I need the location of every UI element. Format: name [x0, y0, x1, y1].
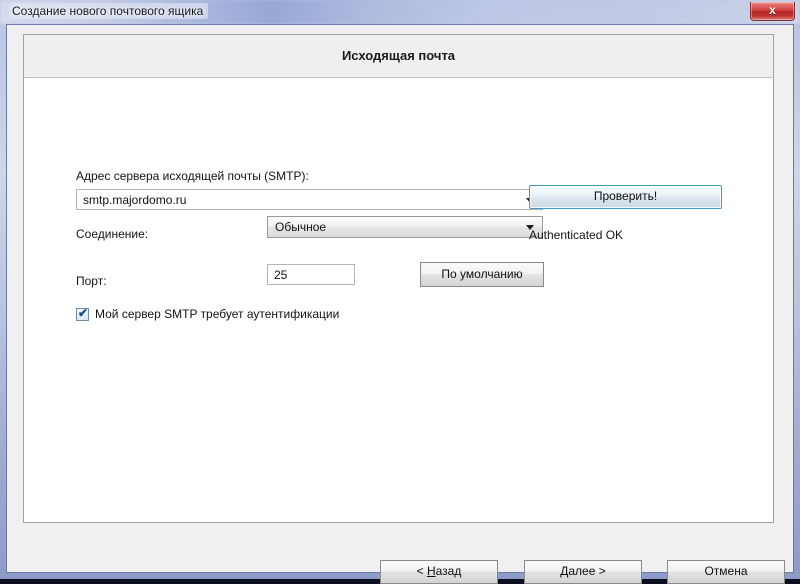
auth-status-text: Authenticated OK [529, 228, 624, 242]
title-bar[interactable]: Создание нового почтового ящика x [0, 0, 800, 24]
form-area: Адрес сервера исходящей почты (SMTP): sm… [24, 78, 773, 522]
port-label: Порт: [76, 274, 107, 288]
smtp-server-label: Адрес сервера исходящей почты (SMTP): [76, 169, 309, 183]
port-input[interactable] [267, 264, 355, 285]
back-button-label: < Назад [416, 564, 462, 578]
back-button[interactable]: < Назад [380, 560, 498, 584]
connection-label: Соединение: [76, 227, 149, 241]
check-connection-button[interactable]: Проверить! [529, 185, 722, 209]
smtp-auth-checkbox[interactable]: ✔ [76, 306, 89, 321]
smtp-server-value: smtp.majordomo.ru [83, 193, 187, 207]
window-title: Создание нового почтового ящика [9, 3, 209, 19]
next-button[interactable]: Далее > [524, 560, 642, 584]
next-button-label: Далее > [560, 564, 606, 578]
wizard-page: Исходящая почта Адрес сервера исходящей … [23, 34, 774, 523]
port-default-button-label: По умолчанию [441, 267, 523, 281]
cancel-button-label: Отмена [704, 564, 748, 578]
dialog-client-area: Исходящая почта Адрес сервера исходящей … [6, 24, 794, 584]
page-title: Исходящая почта [341, 48, 456, 63]
connection-combobox[interactable]: Обычное [267, 216, 543, 238]
close-button[interactable]: x [750, 2, 795, 21]
dialog-window: Создание нового почтового ящика x Исходя… [0, 0, 800, 584]
close-icon: x [769, 3, 776, 17]
port-default-button[interactable]: По умолчанию [420, 262, 544, 287]
checkmark-icon: ✔ [78, 306, 89, 320]
smtp-auth-label: Мой сервер SMTP требует аутентификации [95, 307, 340, 321]
check-connection-button-label: Проверить! [593, 189, 658, 203]
page-header-band: Исходящая почта [24, 35, 773, 78]
cancel-button[interactable]: Отмена [667, 560, 785, 584]
smtp-server-combobox[interactable]: smtp.majordomo.ru [76, 189, 543, 210]
connection-value: Обычное [275, 220, 327, 234]
